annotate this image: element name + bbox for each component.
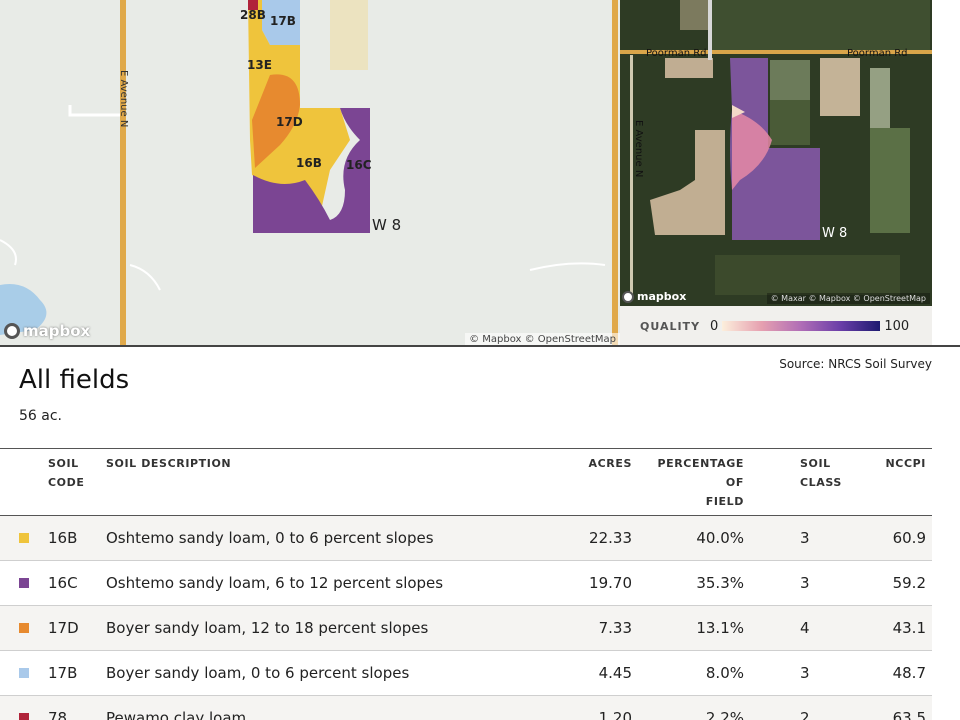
quality-legend-title: QUALITY (640, 319, 701, 333)
soil-color-swatch (0, 606, 42, 651)
soil-map[interactable]: 28B 17B 13E 17D 16B 16C W 8 E Avenue N m… (0, 0, 620, 346)
percentage-value: 8.0% (705, 664, 744, 682)
header-description[interactable]: SOIL DESCRIPTION (100, 449, 520, 516)
nccpi-value: 48.7 (892, 664, 926, 682)
soil-label-17b: 17B (270, 14, 296, 28)
sat-map-attribution[interactable]: © Maxar © Mapbox © OpenStreetMap (766, 293, 930, 304)
header-percentage-line2: FIELD (705, 495, 744, 508)
header-swatch (0, 449, 42, 516)
percentage-value: 13.1% (696, 619, 744, 637)
soil-label-13e: 13E (247, 58, 272, 72)
header-acres-label: ACRES (588, 457, 632, 470)
percentage-value: 40.0% (696, 529, 744, 547)
header-percentage-line1: PERCENTAGE OF (657, 457, 744, 489)
quality-legend-min: 0 (710, 318, 719, 334)
table-row[interactable]: 16C Oshtemo sandy loam, 6 to 12 percent s… (0, 561, 932, 606)
road-label: E Avenue N (118, 70, 129, 128)
road-label-poorman-right: Poorman Rd (847, 48, 908, 59)
soil-description: Oshtemo sandy loam, 0 to 6 percent slope… (106, 529, 434, 547)
satellite-map-canvas (620, 0, 932, 306)
nccpi-value: 43.1 (892, 619, 926, 637)
source-note: Source: NRCS Soil Survey (779, 357, 932, 371)
soil-color-swatch (0, 651, 42, 696)
percentage-value: 35.3% (696, 574, 744, 592)
header-acres[interactable]: ACRES (520, 449, 638, 516)
soil-code: 17B (48, 664, 78, 682)
nccpi-value: 63.5 (892, 709, 926, 720)
soil-class-value: 2 (800, 709, 810, 720)
acres-value: 1.20 (598, 709, 632, 720)
soil-label-28b: 28B (240, 8, 266, 22)
road-label-avenue: E Avenue N (633, 120, 644, 178)
soil-class-value: 3 (800, 574, 810, 592)
header-nccpi[interactable]: NCCPI (850, 449, 932, 516)
soil-color-swatch (0, 516, 42, 561)
satellite-map[interactable]: Poorman Rd Poorman Rd E Avenue N W 8 map… (620, 0, 932, 306)
map-divider (0, 345, 960, 347)
sat-mapbox-logo-text: mapbox (637, 290, 687, 303)
mapbox-logo-text: mapbox (23, 322, 91, 340)
road-label-poorman-left: Poorman Rd (646, 48, 707, 59)
soil-label-17d: 17D (276, 115, 303, 129)
nccpi-value: 59.2 (892, 574, 926, 592)
header-percentage[interactable]: PERCENTAGE OF FIELD (638, 449, 750, 516)
sat-field-label: W 8 (822, 226, 848, 241)
table-row[interactable]: 16B Oshtemo sandy loam, 0 to 6 percent sl… (0, 515, 932, 561)
acres-value: 4.45 (598, 664, 632, 682)
quality-gradient-bar (722, 321, 881, 331)
sat-mapbox-logo[interactable]: mapbox (622, 290, 686, 303)
total-acreage: 56 ac. (19, 408, 62, 424)
mapbox-logo[interactable]: mapbox (4, 322, 90, 340)
soil-code: 16C (48, 574, 78, 592)
soil-color-swatch (0, 561, 42, 606)
soil-color-swatch-icon (19, 578, 29, 588)
header-soil-class-line2: CLASS (800, 476, 842, 489)
soil-map-canvas (0, 0, 618, 346)
header-nccpi-label: NCCPI (885, 457, 926, 470)
soil-color-swatch (0, 696, 42, 720)
header-soil-class[interactable]: SOIL CLASS (750, 449, 850, 516)
mapbox-logo-icon (4, 323, 20, 339)
table-row[interactable]: 17D Boyer sandy loam, 12 to 18 percent sl… (0, 605, 932, 651)
soil-code: 16B (48, 529, 78, 547)
page-title: All fields (19, 365, 130, 395)
quality-legend-max: 100 (884, 318, 910, 334)
soil-class-value: 3 (800, 529, 810, 547)
soil-color-swatch-icon (19, 713, 29, 720)
header-description-label: SOIL DESCRIPTION (106, 457, 232, 470)
soil-class-value: 3 (800, 664, 810, 682)
acres-value: 22.33 (589, 529, 632, 547)
header-soil-code-line2: CODE (48, 476, 85, 489)
header-soil-code[interactable]: SOIL CODE (42, 449, 100, 516)
soil-code: 78 (48, 709, 68, 720)
soil-label-16c: 16C (346, 158, 372, 172)
sat-mapbox-logo-icon (622, 290, 634, 303)
table-row[interactable]: 78 Pewamo clay loam 1.20 2.2% 2 63.5 (0, 695, 932, 720)
soil-code: 17D (48, 619, 79, 637)
quality-legend: QUALITY 0 100 (620, 306, 932, 346)
percentage-value: 2.2% (705, 709, 744, 720)
acres-value: 7.33 (598, 619, 632, 637)
soil-class-value: 4 (800, 619, 810, 637)
soil-label-16b: 16B (296, 156, 322, 170)
soil-description: Pewamo clay loam (106, 709, 247, 720)
soil-description: Oshtemo sandy loam, 6 to 12 percent slop… (106, 574, 444, 592)
header-soil-class-line1: SOIL (800, 457, 831, 470)
nccpi-value: 60.9 (892, 529, 926, 547)
soil-table: SOIL CODE SOIL DESCRIPTION ACRES PERCENT… (0, 448, 932, 720)
acres-value: 19.70 (589, 574, 632, 592)
table-row[interactable]: 17B Boyer sandy loam, 0 to 6 percent slop… (0, 651, 932, 696)
soil-color-swatch-icon (19, 668, 29, 678)
header-soil-code-line1: SOIL (48, 457, 79, 470)
table-header-row: SOIL CODE SOIL DESCRIPTION ACRES PERCENT… (0, 448, 932, 516)
soil-color-swatch-icon (19, 623, 29, 633)
soil-description: Boyer sandy loam, 12 to 18 percent slope… (106, 619, 429, 637)
field-label: W 8 (372, 216, 402, 234)
soil-color-swatch-icon (19, 533, 29, 543)
soil-description: Boyer sandy loam, 0 to 6 percent slopes (106, 664, 410, 682)
